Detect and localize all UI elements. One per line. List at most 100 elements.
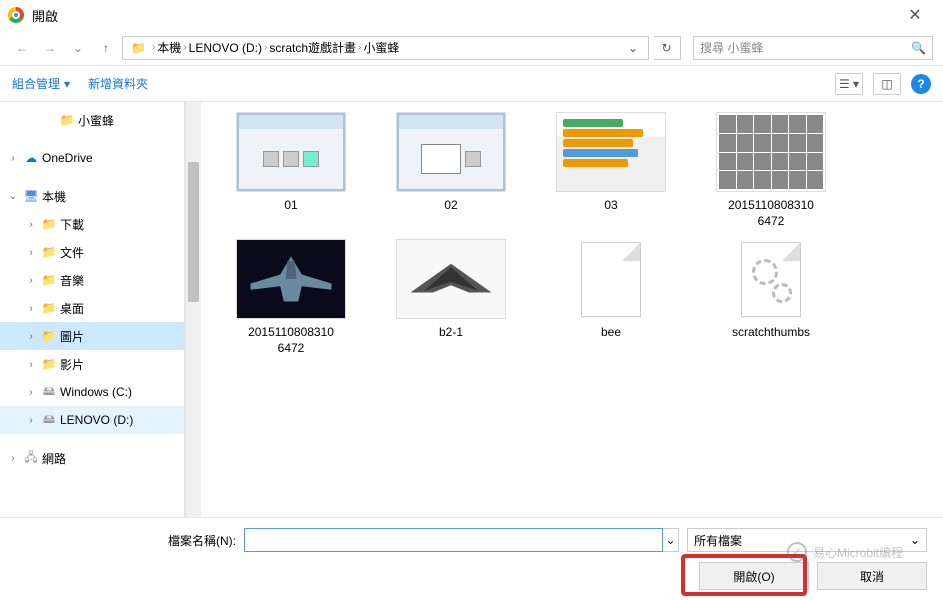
expand-icon[interactable]: › (24, 415, 38, 426)
expand-icon[interactable]: › (24, 303, 38, 314)
filetype-filter[interactable]: 所有檔案 ⌄ (687, 528, 927, 552)
scrollbar-thumb[interactable] (188, 162, 199, 302)
tree-item--[interactable]: ›📁文件 (0, 238, 184, 266)
file-item[interactable]: 20151108083106472 (701, 112, 841, 229)
tree-item-lenovo-d-[interactable]: ›🖴LENOVO (D:) (0, 406, 184, 434)
expand-icon[interactable]: › (24, 219, 38, 230)
pc-icon: 🖥 (22, 189, 40, 203)
file-grid: 01 02 03 20151108083106472 20151108083106472… (201, 102, 943, 517)
thumbnail (556, 239, 666, 319)
chevron-down-icon: ⌄ (910, 533, 920, 547)
breadcrumb-segment[interactable]: LENOVO (D:) (189, 41, 262, 55)
tree-item--[interactable]: ›📁下載 (0, 210, 184, 238)
refresh-button[interactable]: ↻ (653, 36, 681, 60)
filename-input[interactable] (244, 528, 663, 552)
file-label: scratchthumbs (732, 325, 810, 341)
tree-label: 圖片 (60, 328, 84, 345)
chevron-right-icon: › (152, 42, 155, 53)
cloud-icon: ☁ (22, 151, 40, 165)
tree-item--[interactable]: 📁小蜜蜂 (0, 106, 184, 134)
expand-icon[interactable]: › (24, 247, 38, 258)
file-item[interactable]: 03 (541, 112, 681, 229)
filename-label: 檔案名稱(N): (16, 532, 236, 549)
file-item[interactable]: b2-1 (381, 239, 521, 356)
file-item[interactable]: 20151108083106472 (221, 239, 361, 356)
filename-dropdown[interactable]: ⌄ (663, 528, 679, 552)
forward-button[interactable]: → (38, 36, 62, 60)
file-item[interactable]: 02 (381, 112, 521, 229)
chevron-right-icon: › (264, 42, 267, 53)
folder-icon: 📁 (40, 301, 58, 315)
folder-icon: 📁 (40, 329, 58, 343)
drive-icon: 🖴 (40, 382, 58, 403)
tree-item--[interactable]: ›🖧網路 (0, 444, 184, 472)
tree-item--[interactable]: ›📁桌面 (0, 294, 184, 322)
file-label: 02 (444, 198, 457, 214)
chevron-right-icon: › (183, 42, 186, 53)
expand-icon[interactable]: › (24, 275, 38, 286)
file-item[interactable]: bee (541, 239, 681, 356)
folder-icon: 📁 (40, 357, 58, 371)
folder-icon: 📁 (40, 245, 58, 259)
window-title: 開啟 (32, 6, 895, 25)
close-button[interactable]: ✕ (895, 5, 935, 25)
tree-label: Windows (C:) (60, 385, 132, 399)
expand-icon[interactable]: › (6, 453, 20, 464)
back-button[interactable]: ← (10, 36, 34, 60)
file-label: 01 (284, 198, 297, 214)
search-icon: 🔍 (911, 41, 926, 55)
tree-label: OneDrive (42, 151, 93, 165)
tree-label: 桌面 (60, 300, 84, 317)
folder-icon: 📁 (58, 113, 76, 127)
thumbnail (716, 239, 826, 319)
breadcrumb-segment[interactable]: 本機 (157, 39, 181, 56)
chevron-down-icon: ▾ (64, 77, 70, 91)
tree-item--[interactable]: ⌄🖥本機 (0, 182, 184, 210)
expand-icon[interactable]: › (24, 387, 38, 398)
search-input[interactable]: 搜尋 小蜜蜂 🔍 (693, 36, 933, 60)
tree-label: 本機 (42, 188, 66, 205)
thumbnail (556, 112, 666, 192)
help-button[interactable]: ? (911, 74, 931, 94)
file-item[interactable]: 01 (221, 112, 361, 229)
nav-bar: ← → ⌄ ↑ 📁 › 本機 › LENOVO (D:) › scratch遊戲… (0, 30, 943, 66)
titlebar: 開啟 ✕ (0, 0, 943, 30)
breadcrumb-dropdown[interactable]: ⌄ (622, 41, 644, 55)
breadcrumb[interactable]: 📁 › 本機 › LENOVO (D:) › scratch遊戲計畫 › 小蜜蜂… (122, 36, 649, 60)
tree-item--[interactable]: ›📁音樂 (0, 266, 184, 294)
toolbar: 組合管理▾ 新增資料夾 ☰ ▾ ◫ ? (0, 66, 943, 102)
preview-pane-button[interactable]: ◫ (873, 73, 901, 95)
breadcrumb-segment[interactable]: 小蜜蜂 (363, 39, 399, 56)
expand-icon[interactable]: › (24, 359, 38, 370)
tree-scrollbar[interactable] (185, 102, 201, 517)
tree-item--[interactable]: ›📁影片 (0, 350, 184, 378)
tree-label: 小蜜蜂 (78, 112, 114, 129)
file-item[interactable]: scratchthumbs (701, 239, 841, 356)
search-placeholder: 搜尋 小蜜蜂 (700, 39, 911, 56)
folder-icon: 📁 (40, 273, 58, 287)
tree-label: 下載 (60, 216, 84, 233)
expand-icon[interactable]: ⌄ (6, 191, 20, 202)
expand-icon[interactable]: › (6, 153, 20, 164)
recent-dropdown[interactable]: ⌄ (66, 36, 90, 60)
nav-tree: 📁小蜜蜂›☁OneDrive⌄🖥本機›📁下載›📁文件›📁音樂›📁桌面›📁圖片›📁… (0, 102, 185, 517)
thumbnail (236, 239, 346, 319)
tree-item-onedrive[interactable]: ›☁OneDrive (0, 144, 184, 172)
breadcrumb-segment[interactable]: scratch遊戲計畫 (269, 39, 356, 56)
chevron-right-icon: › (358, 42, 361, 53)
file-label: 20151108083106472 (728, 198, 814, 229)
organize-menu[interactable]: 組合管理▾ (12, 75, 70, 92)
up-button[interactable]: ↑ (94, 36, 118, 60)
cancel-button[interactable]: 取消 (817, 562, 927, 590)
folder-icon: 📁 (131, 41, 146, 55)
tree-label: 文件 (60, 244, 84, 261)
tree-item-windows-c-[interactable]: ›🖴Windows (C:) (0, 378, 184, 406)
open-button[interactable]: 開啟(O) (699, 562, 809, 590)
view-mode-button[interactable]: ☰ ▾ (835, 73, 863, 95)
new-folder-button[interactable]: 新增資料夾 (88, 75, 148, 92)
thumbnail (236, 112, 346, 192)
tree-label: 影片 (60, 356, 84, 373)
thumbnail (716, 112, 826, 192)
tree-item--[interactable]: ›📁圖片 (0, 322, 184, 350)
expand-icon[interactable]: › (24, 331, 38, 342)
